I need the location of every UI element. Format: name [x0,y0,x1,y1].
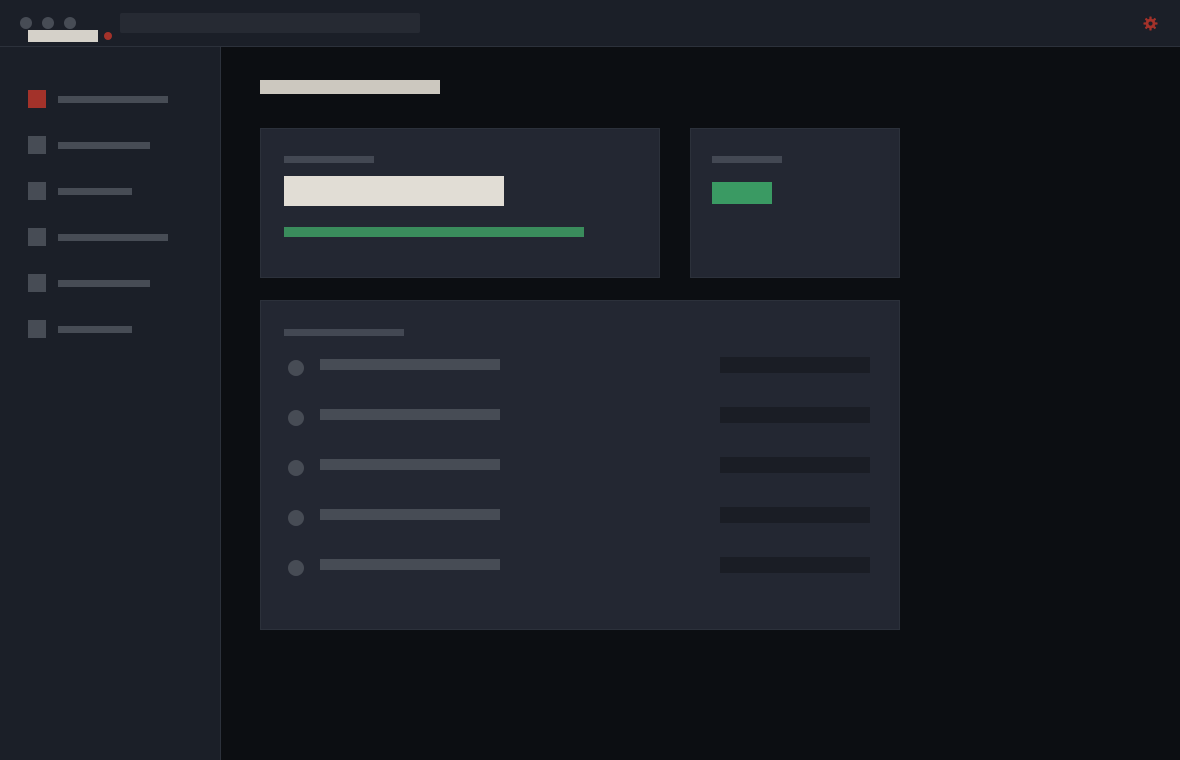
list-item-name [320,509,500,520]
main-content [221,47,1180,760]
nav-item-label [58,326,132,333]
list-item-name [320,359,500,370]
list-panel [260,300,900,630]
list-item-avatar [288,510,304,526]
sidebar [0,47,221,760]
page-title [260,80,440,94]
status-badge [712,182,772,204]
status-card [690,128,900,278]
app-title [28,30,98,42]
list-item-avatar [288,460,304,476]
list-item-name [320,459,500,470]
list-item[interactable] [288,357,871,377]
list-item-value [720,457,870,473]
status-card-label [712,156,782,163]
list-item-avatar [288,360,304,376]
metric-card-label [284,156,374,163]
list-item[interactable] [288,457,871,477]
list-item-avatar [288,560,304,576]
nav-item-label [58,280,150,287]
nav-item-icon [28,90,46,108]
nav-item-label [58,234,168,241]
list-item[interactable] [288,507,871,527]
sidebar-item[interactable] [28,136,188,154]
list-title [284,329,404,336]
title-bar [0,0,1180,47]
sidebar-item[interactable] [28,182,188,200]
list-item[interactable] [288,557,871,577]
window-close-button[interactable] [20,17,32,29]
nav-item-label [58,188,132,195]
nav-item-label [58,96,168,103]
sidebar-item[interactable] [28,274,188,292]
list-item-value [720,557,870,573]
nav-item-icon [28,320,46,338]
nav-item-icon [28,228,46,246]
nav-item-label [58,142,150,149]
gear-icon[interactable] [1143,16,1158,31]
nav-item-icon [28,182,46,200]
progress-bar [284,227,584,237]
address-bar[interactable] [120,13,420,33]
notification-dot [104,32,112,40]
list-item-value [720,507,870,523]
window-minimize-button[interactable] [42,17,54,29]
list-item-name [320,559,500,570]
list-item-avatar [288,410,304,426]
list-item-name [320,409,500,420]
sidebar-item[interactable] [28,228,188,246]
list-item-value [720,407,870,423]
list-item[interactable] [288,407,871,427]
progress-fill [284,227,584,237]
window-maximize-button[interactable] [64,17,76,29]
sidebar-item[interactable] [28,90,188,108]
list-item-value [720,357,870,373]
nav-item-icon [28,136,46,154]
nav-item-icon [28,274,46,292]
metric-value [284,176,504,206]
metric-card [260,128,660,278]
sidebar-item[interactable] [28,320,188,338]
